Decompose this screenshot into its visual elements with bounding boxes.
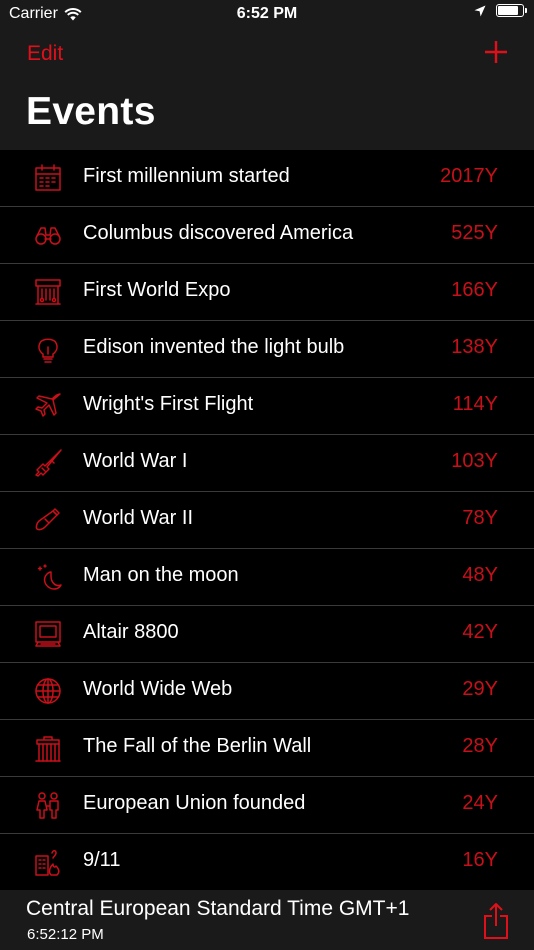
event-row[interactable]: Columbus discovered America 525Y — [0, 207, 534, 264]
event-row[interactable]: Wright's First Flight 114Y — [0, 378, 534, 435]
people-icon — [36, 792, 59, 819]
event-title: Man on the moon — [83, 564, 239, 586]
event-elapsed-years: 103Y — [451, 450, 498, 472]
page-title: Events — [26, 90, 156, 133]
events-list: First millennium started 2017Y Columbus di… — [0, 150, 534, 891]
event-elapsed-years: 48Y — [462, 564, 498, 586]
status-right — [474, 4, 527, 17]
burning-building-icon — [35, 850, 60, 876]
event-title: European Union founded — [83, 792, 306, 814]
event-row[interactable]: World Wide Web 29Y — [0, 663, 534, 720]
event-elapsed-years: 24Y — [462, 792, 498, 814]
event-row[interactable]: Man on the moon 48Y — [0, 549, 534, 606]
event-title: World Wide Web — [83, 678, 233, 700]
event-title: Edison invented the light bulb — [83, 336, 345, 358]
timezone-label: Central European Standard Time GMT+1 — [26, 897, 410, 920]
event-elapsed-years: 114Y — [452, 393, 498, 415]
plus-icon[interactable] — [484, 40, 508, 64]
event-title: Columbus discovered America — [83, 222, 354, 244]
share-icon[interactable] — [482, 902, 510, 940]
event-row[interactable]: 9/11 16Y — [0, 834, 534, 891]
event-elapsed-years: 2017Y — [440, 165, 498, 187]
footer-bar: Central European Standard Time GMT+1 6:5… — [0, 890, 534, 950]
event-row[interactable]: First World Expo 166Y — [0, 264, 534, 321]
event-row[interactable]: Edison invented the light bulb 138Y — [0, 321, 534, 378]
event-row[interactable]: Altair 8800 42Y — [0, 606, 534, 663]
event-row[interactable]: World War II 78Y — [0, 492, 534, 549]
navigation-bar: Edit Events — [0, 28, 534, 150]
moon-icon — [37, 564, 62, 590]
expo-pavilion-icon — [35, 279, 61, 305]
clock-label: 6:52:12 PM — [27, 926, 104, 943]
event-elapsed-years: 42Y — [462, 621, 498, 643]
event-title: Altair 8800 — [83, 621, 179, 643]
event-elapsed-years: 78Y — [462, 507, 498, 529]
calendar-icon — [35, 164, 61, 191]
event-title: The Fall of the Berlin Wall — [83, 735, 312, 757]
light-bulb-icon — [38, 338, 58, 363]
status-bar: Carrier 6:52 PM — [0, 0, 534, 28]
status-time: 6:52 PM — [236, 5, 298, 22]
event-elapsed-years: 16Y — [462, 849, 498, 871]
event-title: 9/11 — [83, 849, 121, 871]
event-title: First World Expo — [83, 279, 231, 301]
edit-button[interactable]: Edit — [27, 42, 63, 66]
event-elapsed-years: 28Y — [462, 735, 498, 757]
event-title: First millennium started — [83, 165, 290, 187]
battery-icon — [496, 4, 527, 17]
event-row[interactable]: First millennium started 2017Y — [0, 150, 534, 207]
brandenburg-gate-icon — [35, 736, 61, 762]
event-title: Wright's First Flight — [83, 393, 254, 415]
computer-icon — [35, 621, 61, 647]
event-title: World War I — [83, 450, 188, 472]
airplane-icon — [35, 393, 61, 417]
event-elapsed-years: 29Y — [462, 678, 498, 700]
rifle-icon — [35, 449, 62, 477]
binoculars-icon — [35, 227, 61, 245]
event-elapsed-years: 138Y — [451, 336, 498, 358]
event-title: World War II — [83, 507, 194, 529]
event-row[interactable]: European Union founded 24Y — [0, 777, 534, 834]
battery-level — [498, 6, 519, 15]
globe-icon — [35, 678, 61, 704]
event-row[interactable]: The Fall of the Berlin Wall 28Y — [0, 720, 534, 777]
location-arrow-icon — [474, 5, 486, 16]
event-elapsed-years: 525Y — [451, 222, 498, 244]
bomb-icon — [35, 508, 60, 531]
event-row[interactable]: World War I 103Y — [0, 435, 534, 492]
event-elapsed-years: 166Y — [451, 279, 498, 301]
